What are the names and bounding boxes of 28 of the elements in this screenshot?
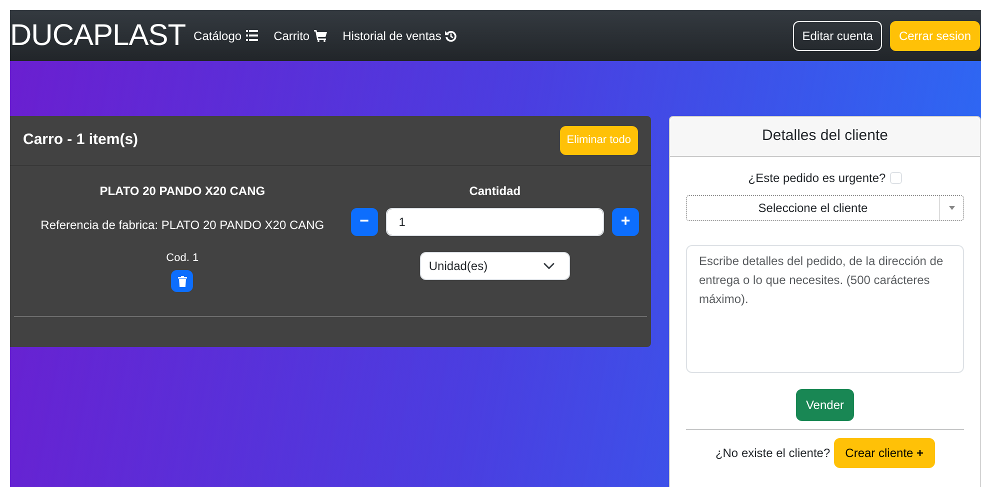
- nav-button[interactable]: Editar cuenta: [793, 20, 882, 50]
- product-reference: Referencia de fabrica: PLATO 20 PANDO X20 CANG: [40, 216, 324, 234]
- order-notes-field[interactable]: Escribe detalles del pedido, de la dirección de entrega o lo que necesites. (500 carácteres máximo).: [686, 244, 964, 372]
- increase-button[interactable]: +: [612, 208, 639, 236]
- quantity-field[interactable]: 1: [386, 208, 604, 236]
- cart-icon: [314, 30, 327, 42]
- no-client-text: ¿No existe el cliente?: [715, 444, 830, 462]
- unit-select[interactable]: Unidad(es): [420, 252, 570, 280]
- cart-title: Carro - 1 item(s): [23, 130, 138, 150]
- nav-link[interactable]: Carrito: [274, 26, 327, 44]
- nav-link[interactable]: Catálogo: [194, 26, 258, 44]
- sell-button[interactable]: Vender: [796, 388, 854, 420]
- history-icon: [445, 30, 458, 42]
- decrease-button[interactable]: −: [350, 208, 378, 236]
- delete-button[interactable]: [171, 270, 194, 292]
- trash-icon: [178, 276, 187, 286]
- urgent-label: ¿Este pedido es urgente?: [748, 170, 886, 186]
- card-title: Detalles del cliente: [762, 127, 888, 144]
- product-name: PLATO 20 PANDO X20 CANG: [100, 182, 266, 200]
- nav-link[interactable]: Historial de ventas: [342, 26, 458, 44]
- brand-logo[interactable]: DUCAPLAST: [10, 20, 186, 50]
- product-code: Cod. 1: [166, 250, 199, 266]
- list-icon: [246, 30, 258, 41]
- dropdown-arrow-icon: [948, 206, 954, 210]
- create-client-button[interactable]: Crear cliente +: [834, 438, 935, 468]
- quantity-label: Cantidad: [469, 182, 521, 200]
- urgent-checkbox[interactable]: [890, 172, 902, 184]
- client-select[interactable]: Seleccione el cliente: [686, 194, 964, 220]
